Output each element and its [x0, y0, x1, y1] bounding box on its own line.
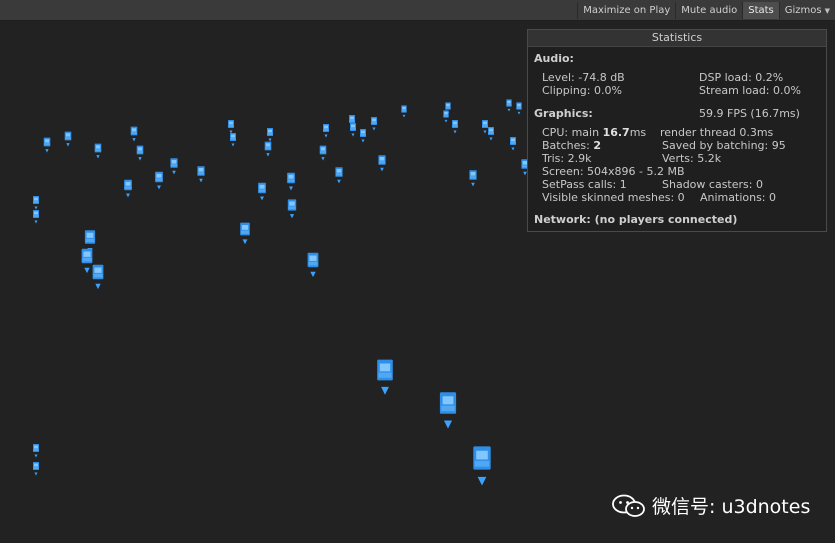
sprite — [33, 462, 39, 476]
sprite — [267, 128, 273, 142]
sprite — [443, 110, 449, 123]
sprite — [33, 444, 39, 458]
cpu-main: CPU: main 16.7ms — [542, 126, 646, 139]
gizmos-label: Gizmos — [784, 5, 822, 16]
watermark: 微信号: u3dnotes — [612, 492, 810, 519]
sprite — [240, 222, 250, 245]
sprite — [371, 117, 377, 131]
network-status: Network: (no players connected) — [534, 213, 738, 226]
sprite — [377, 359, 393, 395]
sprite — [92, 264, 104, 290]
sprite-field — [33, 99, 529, 486]
sprite — [482, 120, 488, 134]
sprite — [319, 145, 327, 161]
setpass-calls: SetPass calls: 1 — [542, 178, 627, 191]
gizmos-button[interactable]: Gizmos ▼ — [778, 2, 835, 19]
sprite — [170, 158, 178, 175]
batches: Batches: 2 — [542, 139, 601, 152]
sprite — [452, 120, 458, 134]
visible-skinned-meshes: Visible skinned meshes: 0 — [542, 191, 685, 204]
sprite — [94, 143, 102, 159]
sprite — [488, 127, 494, 141]
sprite — [510, 137, 516, 151]
sprite — [287, 172, 295, 191]
batches-prefix: Batches: — [542, 139, 594, 152]
sprite — [124, 179, 132, 198]
maximize-on-play-button[interactable]: Maximize on Play — [577, 2, 676, 19]
statistics-panel: Statistics Audio: Level: -74.8 dB DSP lo… — [527, 29, 827, 232]
verts: Verts: 5.2k — [662, 152, 722, 165]
audio-level: Level: -74.8 dB — [542, 71, 625, 84]
shadow-casters: Shadow casters: 0 — [662, 178, 763, 191]
sprite — [33, 196, 39, 210]
sprite — [155, 171, 163, 190]
sprite — [33, 210, 39, 224]
sprite — [287, 199, 297, 219]
sprite — [230, 133, 236, 147]
sprite — [81, 248, 93, 274]
screen-info: Screen: 504x896 - 5.2 MB — [542, 165, 685, 178]
game-view-toolbar: Maximize on Play Mute audio Stats Gizmos… — [0, 0, 835, 21]
sprite — [439, 392, 457, 429]
sprite — [378, 155, 386, 172]
statistics-title: Statistics — [528, 30, 826, 47]
batches-value: 2 — [593, 139, 601, 152]
sprite — [401, 105, 407, 118]
wechat-icon — [612, 494, 645, 517]
sprite — [258, 182, 266, 201]
animations: Animations: 0 — [700, 191, 777, 204]
sprite — [506, 99, 512, 112]
sprite — [469, 170, 477, 187]
sprite — [473, 446, 491, 486]
graphics-header: Graphics: — [534, 107, 593, 120]
sprite — [136, 145, 144, 161]
tris: Tris: 2.9k — [542, 152, 592, 165]
toolbar-buttons: Maximize on Play Mute audio Stats Gizmos… — [577, 2, 835, 19]
sprite — [264, 141, 272, 157]
sprite — [516, 102, 522, 115]
sprite — [43, 137, 51, 153]
fps-readout: 59.9 FPS (16.7ms) — [699, 107, 800, 120]
sprite — [197, 166, 205, 183]
dropdown-arrow-icon: ▼ — [824, 7, 830, 15]
dsp-load: DSP load: 0.2% — [699, 71, 784, 84]
stream-load: Stream load: 0.0% — [699, 84, 801, 97]
sprite — [228, 120, 234, 134]
cpu-prefix: CPU: main — [542, 126, 603, 139]
render-thread: render thread 0.3ms — [660, 126, 774, 139]
audio-header: Audio: — [534, 52, 574, 65]
mute-audio-button[interactable]: Mute audio — [675, 2, 743, 19]
sprite — [360, 129, 366, 143]
sprite — [323, 124, 329, 138]
saved-by-batching: Saved by batching: 95 — [662, 139, 786, 152]
sprite — [64, 131, 72, 147]
cpu-suffix: ms — [629, 126, 647, 139]
sprite — [307, 252, 319, 278]
cpu-main-value: 16.7 — [602, 126, 630, 139]
stats-button[interactable]: Stats — [742, 2, 779, 19]
sprite — [335, 167, 343, 184]
watermark-text: 微信号: u3dnotes — [652, 496, 811, 518]
audio-clipping: Clipping: 0.0% — [542, 84, 622, 97]
sprite — [130, 126, 138, 142]
sprite — [350, 123, 356, 137]
